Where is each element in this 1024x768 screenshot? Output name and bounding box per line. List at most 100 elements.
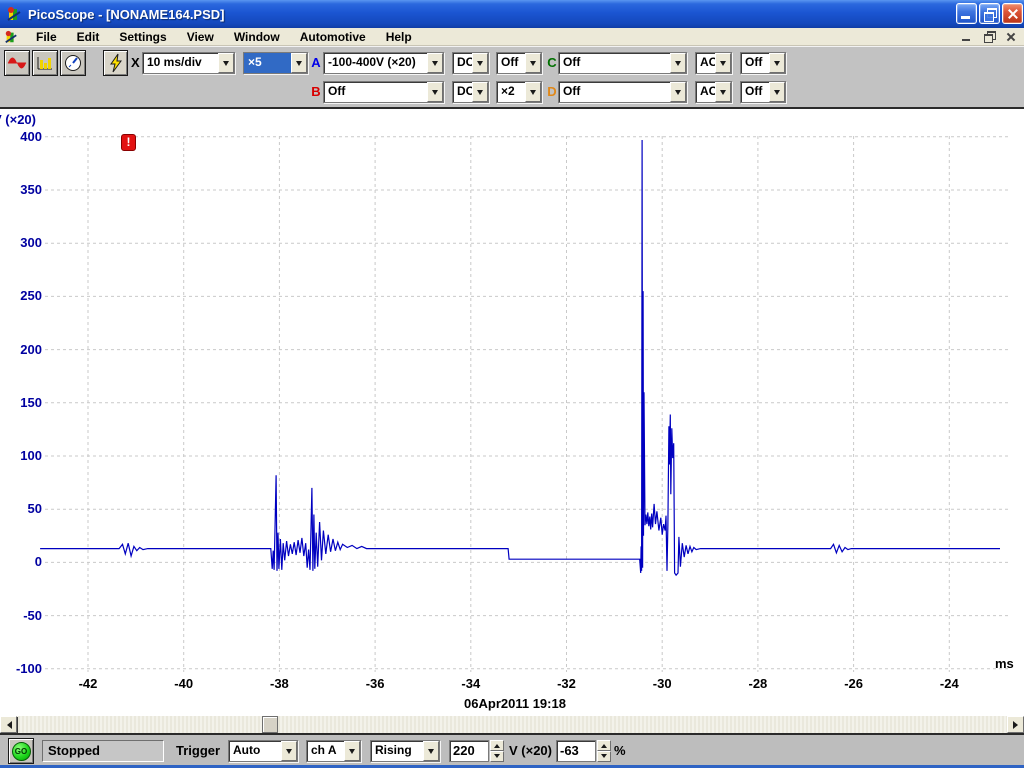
channel-a-range-select[interactable]: -100-400V (×20)	[323, 52, 444, 74]
trigger-delay-unit: %	[614, 743, 626, 758]
bar-chart-icon	[36, 55, 54, 71]
chevron-down-icon[interactable]	[291, 53, 307, 73]
mdi-restore-icon[interactable]	[980, 29, 998, 44]
trigger-label: Trigger	[176, 743, 220, 758]
chevron-down-icon[interactable]	[472, 53, 488, 73]
channel-c-option-select[interactable]: Off	[740, 52, 786, 74]
picoscope-app-icon	[6, 6, 22, 22]
channel-a-option-select[interactable]: Off	[496, 52, 542, 74]
scroll-left-icon[interactable]	[0, 716, 17, 733]
chevron-down-icon[interactable]	[670, 53, 686, 73]
trigger-mode-select[interactable]: Auto	[228, 740, 298, 762]
gridlines	[45, 136, 1008, 672]
chevron-down-icon[interactable]	[525, 82, 541, 102]
chevron-down-icon[interactable]	[281, 741, 297, 761]
channel-b-range-select[interactable]: Off	[323, 81, 444, 103]
spin-down-icon[interactable]	[490, 751, 504, 762]
scope-view-button[interactable]	[4, 50, 30, 76]
channel-c-range-select[interactable]: Off	[558, 52, 687, 74]
scrollbar-thumb[interactable]	[262, 716, 278, 733]
menu-item-help[interactable]: Help	[376, 28, 422, 46]
menu-item-window[interactable]: Window	[224, 28, 290, 46]
x-tick-label: -34	[447, 676, 495, 691]
channel-d-option-select[interactable]: Off	[740, 81, 786, 103]
spin-up-icon[interactable]	[597, 740, 611, 751]
chevron-down-icon[interactable]	[427, 53, 443, 73]
chevron-down-icon[interactable]	[423, 741, 439, 761]
spin-up-icon[interactable]	[490, 740, 504, 751]
channel-c-coupling-select[interactable]: AC	[695, 52, 732, 74]
mdi-minimize-icon[interactable]	[958, 29, 976, 44]
menu-items: FileEditSettingsViewWindowAutomotiveHelp	[26, 28, 422, 46]
minimize-icon[interactable]	[956, 3, 977, 24]
chevron-down-icon[interactable]	[670, 82, 686, 102]
trigger-edge-select[interactable]: Rising	[370, 740, 440, 762]
chevron-down-icon[interactable]	[769, 53, 785, 73]
y-tick-label: 350	[0, 182, 42, 197]
chevron-down-icon[interactable]	[218, 53, 234, 73]
timebase-multiplier-select[interactable]: ×5	[243, 52, 308, 74]
channel-a-label: A	[310, 55, 322, 70]
y-tick-label: 100	[0, 448, 42, 463]
x-tick-label: -28	[734, 676, 782, 691]
y-tick-label: 300	[0, 235, 42, 250]
timebase-select[interactable]: 10 ms/div	[142, 52, 235, 74]
menu-item-file[interactable]: File	[26, 28, 67, 46]
x-axis-unit: ms	[995, 656, 1014, 671]
meter-view-button[interactable]	[60, 50, 86, 76]
go-indicator: GO	[12, 742, 31, 761]
chevron-down-icon[interactable]	[769, 82, 785, 102]
channel-d-label: D	[546, 84, 558, 99]
channel-c-label: C	[546, 55, 558, 70]
document-icon	[4, 30, 18, 44]
menu-item-settings[interactable]: Settings	[109, 28, 176, 46]
sampling-button[interactable]	[103, 50, 128, 76]
trigger-level-value[interactable]: 220	[449, 740, 489, 762]
chevron-down-icon[interactable]	[427, 82, 443, 102]
toolbar: X 10 ms/div ×5 A -100-400V (×20) DC Off …	[0, 46, 1024, 109]
x-tick-label: -32	[543, 676, 591, 691]
y-tick-label: 50	[0, 501, 42, 516]
chevron-down-icon[interactable]	[715, 53, 731, 73]
window-title: PicoScope - [NONAME164.PSD]	[28, 7, 225, 22]
trigger-delay-value[interactable]: -63	[556, 740, 596, 762]
chevron-down-icon[interactable]	[525, 53, 541, 73]
x-tick-label: -40	[160, 676, 208, 691]
trigger-level-stepper[interactable]: 220	[449, 740, 504, 762]
y-axis-label: V (×20)	[0, 112, 36, 127]
chevron-down-icon[interactable]	[472, 82, 488, 102]
channel-d-range-select[interactable]: Off	[558, 81, 687, 103]
lightning-icon	[108, 53, 124, 73]
x-tick-label: -24	[925, 676, 973, 691]
chevron-down-icon[interactable]	[715, 82, 731, 102]
scroll-right-icon[interactable]	[1007, 716, 1024, 733]
y-tick-label: 250	[0, 288, 42, 303]
status-bar: GO Stopped Trigger Auto ch A Rising 220 …	[0, 733, 1024, 765]
channel-b-label: B	[310, 84, 322, 99]
menu-item-view[interactable]: View	[177, 28, 224, 46]
y-tick-label: -50	[0, 608, 42, 623]
channel-b-option-select[interactable]: ×2	[496, 81, 542, 103]
menu-item-edit[interactable]: Edit	[67, 28, 110, 46]
spin-down-icon[interactable]	[597, 751, 611, 762]
y-tick-label: -100	[0, 661, 42, 676]
horizontal-scrollbar[interactable]	[0, 716, 1024, 733]
trigger-channel-select[interactable]: ch A	[306, 740, 361, 762]
menu-item-automotive[interactable]: Automotive	[290, 28, 376, 46]
x-tick-label: -38	[255, 676, 303, 691]
channel-a-coupling-select[interactable]: DC	[452, 52, 489, 74]
go-button[interactable]: GO	[8, 738, 34, 764]
mdi-window-controls	[958, 29, 1020, 44]
sine-wave-icon	[7, 55, 27, 71]
restore-icon[interactable]	[979, 3, 1000, 24]
mdi-close-icon[interactable]	[1002, 29, 1020, 44]
channel-b-coupling-select[interactable]: DC	[452, 81, 489, 103]
chevron-down-icon[interactable]	[344, 741, 360, 761]
spectrum-view-button[interactable]	[32, 50, 58, 76]
title-bar: PicoScope - [NONAME164.PSD]	[0, 0, 1024, 28]
channel-d-coupling-select[interactable]: AC	[695, 81, 732, 103]
trigger-level-unit: V (×20)	[509, 743, 552, 758]
x-tick-label: -36	[351, 676, 399, 691]
close-icon[interactable]	[1002, 3, 1023, 24]
trigger-delay-stepper[interactable]: -63	[556, 740, 611, 762]
